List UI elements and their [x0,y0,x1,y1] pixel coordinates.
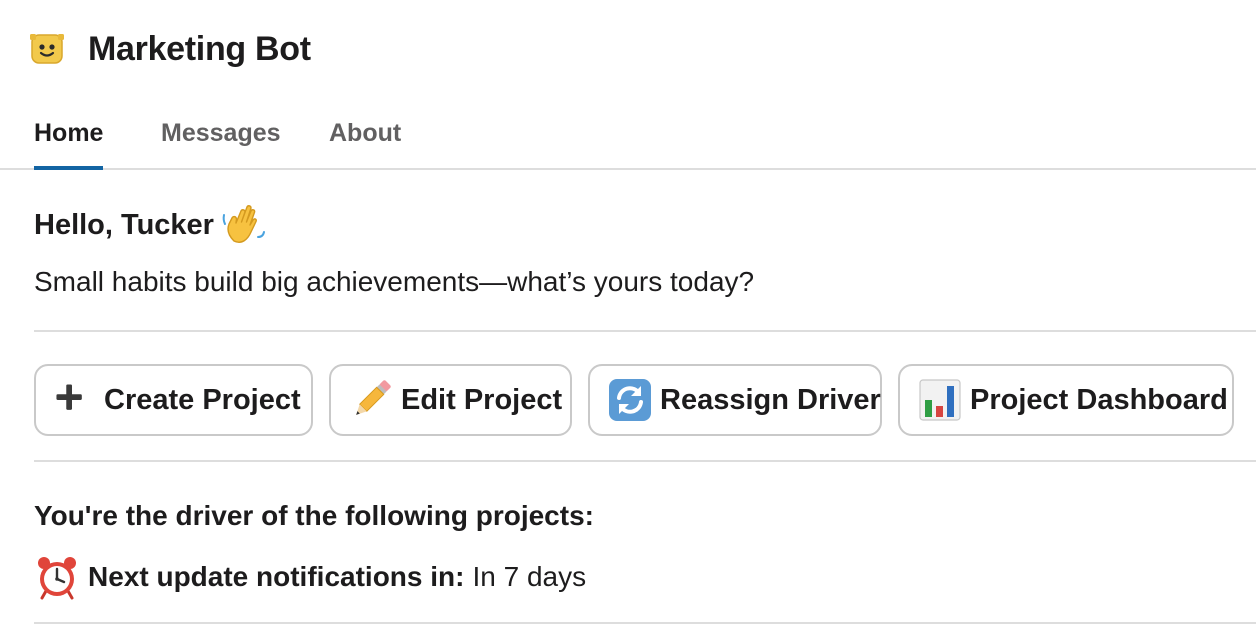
tab-about[interactable]: About [329,116,401,168]
tab-messages[interactable]: Messages [161,116,281,168]
driver-projects-heading: You're the driver of the following proje… [34,500,594,531]
divider [34,460,1256,462]
next-update-value: In 7 days [472,561,587,592]
refresh-arrows-icon [609,379,651,421]
bot-face-icon [30,34,64,64]
tab-home[interactable]: Home [34,116,104,170]
reassign-driver-label: Reassign Driver [660,383,881,416]
greeting-text: Hello, Tucker [34,208,214,241]
app-header: Marketing Bot [30,24,311,74]
project-dashboard-button[interactable]: Project Dashboard [898,364,1234,436]
motivational-subtitle: Small habits build big achievements—what… [34,266,755,297]
create-project-label: Create Project [104,383,301,416]
create-project-button[interactable]: Create Project [34,364,313,436]
project-dashboard-label: Project Dashboard [970,383,1228,416]
divider [34,330,1256,332]
tab-bar: Home Messages About [0,104,1256,170]
reassign-driver-button[interactable]: Reassign Driver [588,364,882,436]
pencil-icon [356,380,391,415]
divider [34,622,1256,624]
alarm-clock-icon [38,557,76,600]
greeting: Hello, Tucker [34,202,268,248]
bot-name: Marketing Bot [88,29,311,68]
edit-project-button[interactable]: Edit Project [329,364,572,436]
edit-project-label: Edit Project [401,383,563,416]
next-update-row: Next update notifications in: In 7 days [34,554,586,600]
bar-chart-icon [919,379,961,421]
waving-hand-icon [222,205,265,243]
plus-icon [56,384,82,410]
next-update-label: Next update notifications in: [88,561,465,592]
app-home-view: Marketing Bot Home Messages About Hello,… [0,0,1256,626]
